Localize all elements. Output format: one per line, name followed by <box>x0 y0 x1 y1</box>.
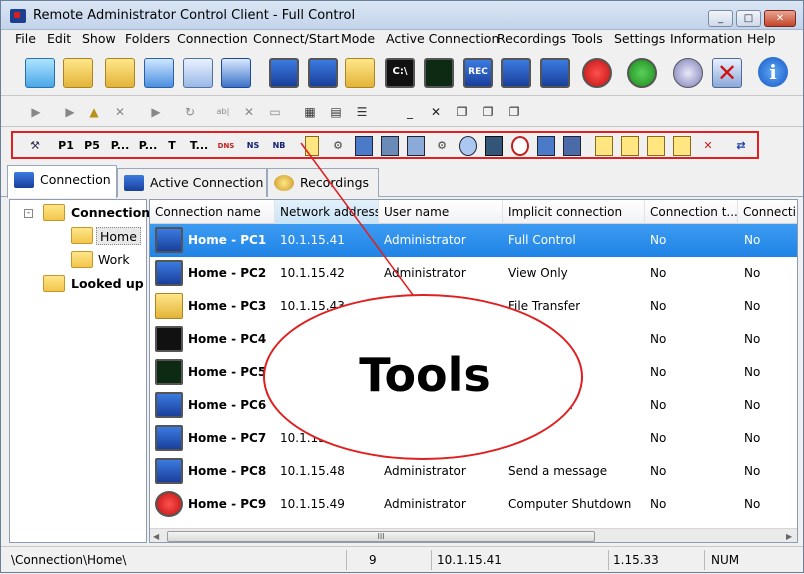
callout-bubble: Tools <box>263 294 583 460</box>
callout-text: Tools <box>359 348 491 402</box>
app-window: Remote Administrator Control Client - Fu… <box>0 0 804 573</box>
callout-pointer <box>300 142 414 296</box>
callout-line <box>300 142 414 296</box>
